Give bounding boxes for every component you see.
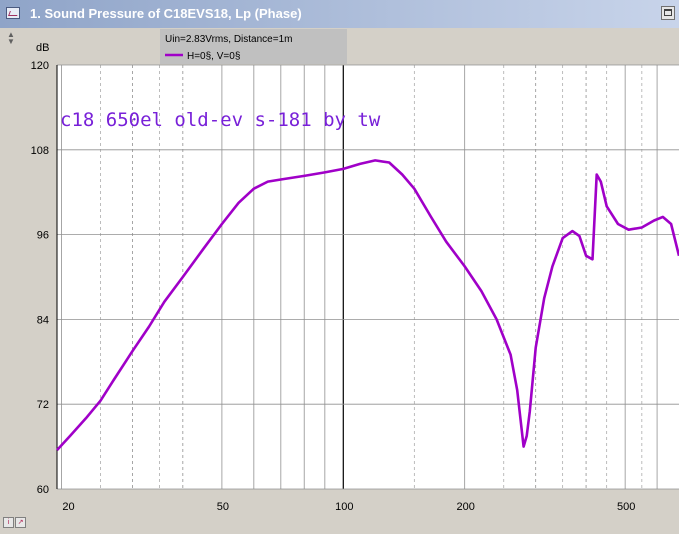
y-tick-labels: 60 72 84 96 108 120: [31, 60, 49, 496]
y-tick-label: 120: [31, 60, 49, 72]
chart: 20 50 100 200 500 60 72 84 96 108 120 dB Uin=2.83…: [31, 29, 679, 513]
y-tick-label: 108: [31, 145, 49, 157]
x-tick-label: 100: [335, 501, 353, 513]
marker-icon[interactable]: ↗: [15, 517, 26, 528]
x-tick-label: 500: [617, 501, 635, 513]
x-tick-labels: 20 50 100 200 500: [62, 501, 635, 513]
legend: Uin=2.83Vrms, Distance=1m H=0§, V=0§: [160, 29, 347, 64]
legend-entry-label: H=0§, V=0§: [187, 51, 240, 62]
y-tick-label: 84: [37, 314, 49, 326]
chart-annotation: c18 650el old-ev s-181 by tw: [60, 109, 381, 131]
x-tick-label: 20: [62, 501, 74, 513]
x-tick: 500: [617, 501, 635, 513]
bottom-toolbar: i ↗: [3, 517, 26, 529]
y-axis-unit: dB: [36, 42, 49, 54]
info-icon[interactable]: i: [3, 517, 14, 528]
y-tick-label: 60: [37, 484, 49, 496]
legend-header: Uin=2.83Vrms, Distance=1m: [165, 34, 292, 45]
x-tick: 200: [457, 501, 475, 513]
y-tick-label: 72: [37, 399, 49, 411]
x-tick-label: 200: [457, 501, 475, 513]
y-tick-label: 96: [37, 230, 49, 242]
x-tick: 20: [62, 501, 74, 513]
x-tick-label: 50: [217, 501, 229, 513]
x-tick: 50: [217, 501, 229, 513]
x-tick: 100: [335, 501, 353, 513]
